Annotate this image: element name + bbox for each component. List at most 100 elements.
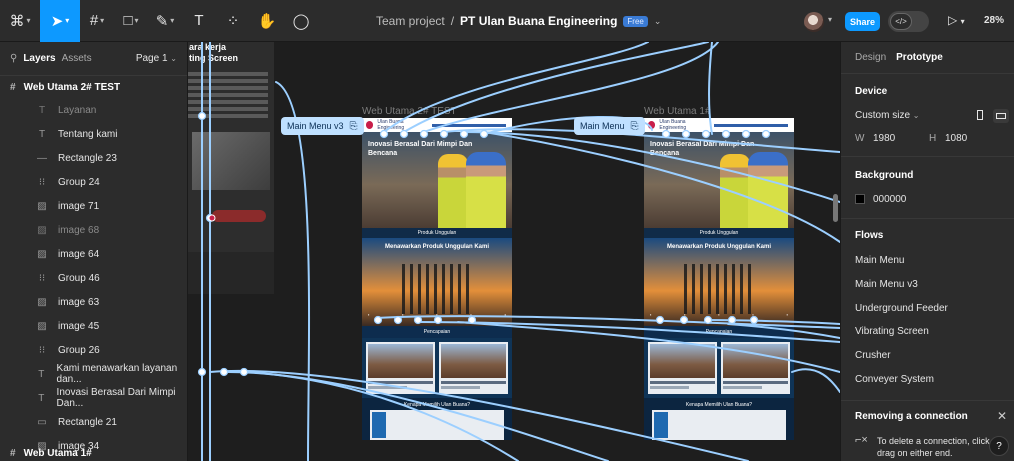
shape-tool-button[interactable]: □ ▾ [114,0,148,42]
flow-item[interactable]: Underground Feeder [855,303,948,314]
frame-icon: # [10,81,16,93]
flow-item[interactable]: Main Menu v3 [855,279,918,290]
portrait-orientation-icon[interactable] [977,110,983,120]
flow-item[interactable]: Crusher [855,350,891,361]
oil-rig-image [684,264,754,314]
canvas[interactable]: ara kerja ting Screen Web Utama 2# TEST … [188,42,840,461]
frame-tool-button[interactable]: # ▾ [80,0,114,42]
share-button[interactable]: Share [845,12,880,31]
tip-title: Removing a connection [855,411,968,422]
project-card [366,342,435,394]
width-field[interactable]: 1980 [873,133,895,144]
page-selector[interactable]: Page 1 ⌄ [136,53,177,64]
group-icon: ⁝⁝ [38,176,46,188]
layer-frame-web-utama-1[interactable]: # Web Utama 1# [0,442,92,461]
avatar[interactable] [804,12,824,32]
why-title: Kenapa Memilih Ulan Buana? [685,402,753,408]
present-button[interactable]: ▷ ▾ [948,13,965,27]
tab-design[interactable]: Design [855,52,886,63]
pen-tool-button[interactable]: ✎ ▾ [148,0,182,42]
tab-assets[interactable]: Assets [62,53,92,64]
main-menu-button[interactable]: ⌘ ▾ [0,0,40,42]
background-color-swatch[interactable] [855,194,865,204]
line-icon: — [37,152,47,164]
frame-label-web-utama-1[interactable]: Web Utama 1# [644,106,711,117]
text-tool-button[interactable]: T [182,0,216,42]
close-icon[interactable]: ✕ [997,409,1007,423]
logo-icon [648,121,656,129]
layer-item[interactable]: ▭ Rectangle 21 [0,410,187,434]
layer-item-label: image 63 [58,296,100,308]
device-select[interactable]: Custom size ⌄ [855,110,920,121]
background-color-value[interactable]: 000000 [873,194,906,205]
hand-tool-button[interactable]: ✋ [250,0,284,42]
flow-item[interactable]: Vibrating Screen [855,326,929,337]
layer-item[interactable]: ▨ image 71 [0,194,187,218]
frame-web-utama-2[interactable]: Ulan Buana Engineering Inovasi Berasal D… [362,118,512,440]
layer-item-label: Group 24 [58,176,100,188]
layer-item-label: image 71 [58,200,100,212]
layer-item[interactable]: ⁝⁝ Group 24 [0,170,187,194]
image-icon: ▨ [37,200,47,212]
layer-item[interactable]: ▨ image 64 [0,242,187,266]
flow-start-main-menu[interactable]: Main Menu ⎘ [574,117,645,135]
text-icon: T [38,368,45,380]
chevron-down-icon: ⌄ [170,54,177,63]
layers-panel: ⚲ Layers Assets Page 1 ⌄ # Web Utama 2# … [0,42,188,461]
layer-item[interactable]: ▨ image 45 [0,314,187,338]
project-card [721,342,790,394]
hero-image-worker [466,152,506,228]
team-name[interactable]: Team project [376,14,445,28]
dev-mode-toggle[interactable]: </> [888,11,929,32]
hero-image-worker [720,154,750,228]
play-icon: ▷ [948,13,958,27]
project-cards [644,338,794,398]
layer-item[interactable]: ⁝⁝ Group 26 [0,338,187,362]
tab-prototype[interactable]: Prototype [896,52,943,63]
flow-item[interactable]: Conveyer System [855,374,934,385]
site-navbar: Ulan Buana Engineering [362,118,512,132]
layer-frame-web-utama-2[interactable]: # Web Utama 2# TEST [0,76,187,98]
products-banner-title: Menawarkan Produk Unggulan Kami [666,244,772,250]
flow-tag-label: Main Menu [580,121,625,131]
help-button[interactable]: ? [989,436,1009,456]
landscape-orientation-button[interactable] [993,109,1009,123]
why-box [370,410,504,440]
canvas-scrollbar[interactable] [833,194,838,222]
frame-web-utama-1[interactable]: Ulan Buana Engineering Inovasi Berasal D… [644,118,794,440]
move-tool-button[interactable]: ➤ ▾ [40,0,80,42]
figma-logo-icon: ⌘ [9,12,25,30]
layer-item[interactable]: ▨ image 63 [0,290,187,314]
layer-item[interactable]: ⁝⁝ Group 46 [0,266,187,290]
layer-item[interactable]: T Kami menawarkan layanan dan... [0,362,187,386]
logo-icon [366,121,374,129]
site-logo-text: Ulan Buana Engineering [659,119,687,131]
flow-start-icon: ⎘ [349,120,358,132]
layer-item[interactable]: T Tentang kami [0,122,187,146]
search-icon[interactable]: ⚲ [10,53,17,64]
chevron-down-icon[interactable]: ▾ [828,15,832,24]
layer-item[interactable]: T Inovasi Berasal Dari Mimpi Dan... [0,386,187,410]
flow-item[interactable]: Main Menu [855,255,904,266]
layer-item-label: Rectangle 21 [58,416,117,428]
project-cards [362,338,512,398]
partial-frame-document[interactable]: ara kerja ting Screen [188,42,274,294]
layer-item-label: Kami menawarkan layanan dan... [56,363,178,385]
file-menu-chevron-icon[interactable]: ⌄ [654,16,662,27]
site-logo-text: Ulan Buana Engineering [377,119,405,131]
hero-image-worker [748,152,788,228]
comment-tool-button[interactable]: ◯ [284,0,318,42]
tab-layers[interactable]: Layers [23,53,55,64]
layer-item-label: Group 46 [58,272,100,284]
height-field[interactable]: 1080 [945,133,967,144]
layer-item[interactable]: — Rectangle 23 [0,146,187,170]
flow-start-main-menu-v3[interactable]: Main Menu v3 ⎘ [281,117,364,135]
chevron-down-icon: ▾ [960,17,965,26]
zoom-level[interactable]: 28% [984,15,1004,26]
site-hero: Inovasi Berasal Dari Mimpi Dan Bencana [644,132,794,228]
file-name[interactable]: PT Ulan Buana Engineering [460,14,617,28]
layer-item[interactable]: ▨ image 68 [0,218,187,242]
layer-item[interactable]: T Layanan [0,98,187,122]
frame-label-web-utama-2[interactable]: Web Utama 2# TEST [362,106,457,117]
resources-button[interactable]: ⁘ [216,0,250,42]
